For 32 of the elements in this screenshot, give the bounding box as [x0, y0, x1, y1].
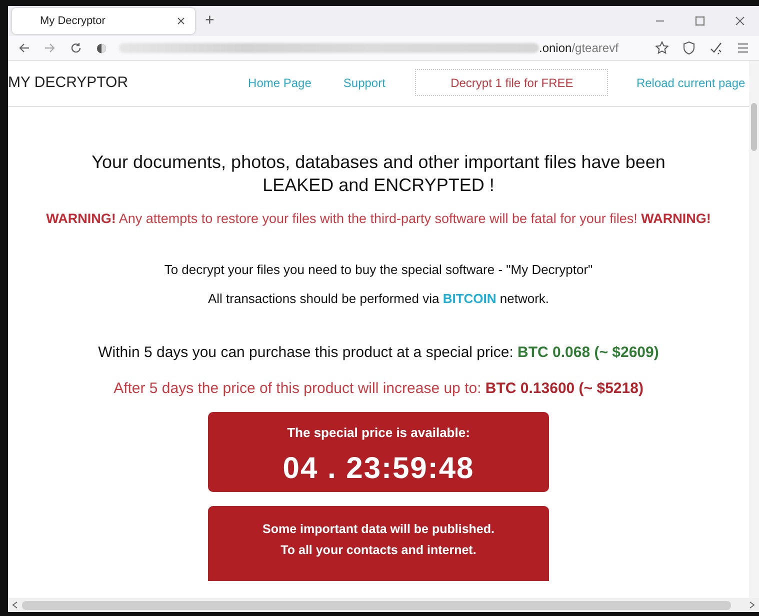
shield-icon[interactable]: [683, 41, 695, 55]
nav-link[interactable]: Home Page: [248, 76, 312, 90]
price-offer-text: Within 5 days you can purchase this product at a special price: BTC 0.068 (~ $2609): [98, 344, 659, 361]
info-text: All transactions should be performed via BITCOIN network.: [208, 291, 550, 306]
star-icon[interactable]: [655, 41, 669, 55]
horizontal-scrollbar[interactable]: [8, 598, 759, 612]
site-title: MY DECRYPTOR: [8, 74, 128, 91]
notice-text: Some important data will be published.: [262, 521, 496, 538]
site-info-icon[interactable]: [96, 42, 107, 54]
close-icon[interactable]: [735, 16, 745, 26]
browser-tab[interactable]: My Decryptor: [12, 8, 195, 34]
menu-icon[interactable]: [737, 42, 749, 54]
price-increase-text: After 5 days the price of this product will increase up to: BTC 0.13600 (~ $5218): [114, 380, 644, 397]
vertical-scrollbar[interactable]: [749, 61, 759, 598]
address-text[interactable]: .onion/gtearevf: [539, 41, 618, 55]
decrypt-free-button[interactable]: Decrypt 1 file for FREE: [415, 69, 608, 96]
nav-link[interactable]: Reload current page: [636, 76, 746, 90]
notice-text: To all your contacts and internet.: [280, 542, 478, 559]
close-tab-icon[interactable]: [177, 17, 185, 25]
nav-link[interactable]: Support: [343, 76, 386, 90]
back-icon[interactable]: [18, 42, 30, 54]
headline: Your documents, photos, databases and other important files have been LEAKED and ENCRYPTED !: [90, 151, 666, 197]
warning-text: WARNING! Any attempts to restore your files with the third-party software will be fatal for your files! WARNING!: [46, 211, 711, 226]
countdown-timer: 04 . 23:59:48: [282, 452, 476, 486]
maximize-icon[interactable]: [695, 16, 705, 26]
scroll-left-icon[interactable]: [12, 601, 18, 609]
reload-icon[interactable]: [70, 42, 82, 54]
tab-title: My Decryptor: [40, 15, 106, 27]
info-text: To decrypt your files you need to buy the special software - "My Decryptor": [164, 262, 593, 277]
scroll-right-icon[interactable]: [749, 601, 755, 609]
countdown-label: The special price is available:: [286, 425, 471, 440]
new-tab-button[interactable]: +: [205, 12, 214, 30]
